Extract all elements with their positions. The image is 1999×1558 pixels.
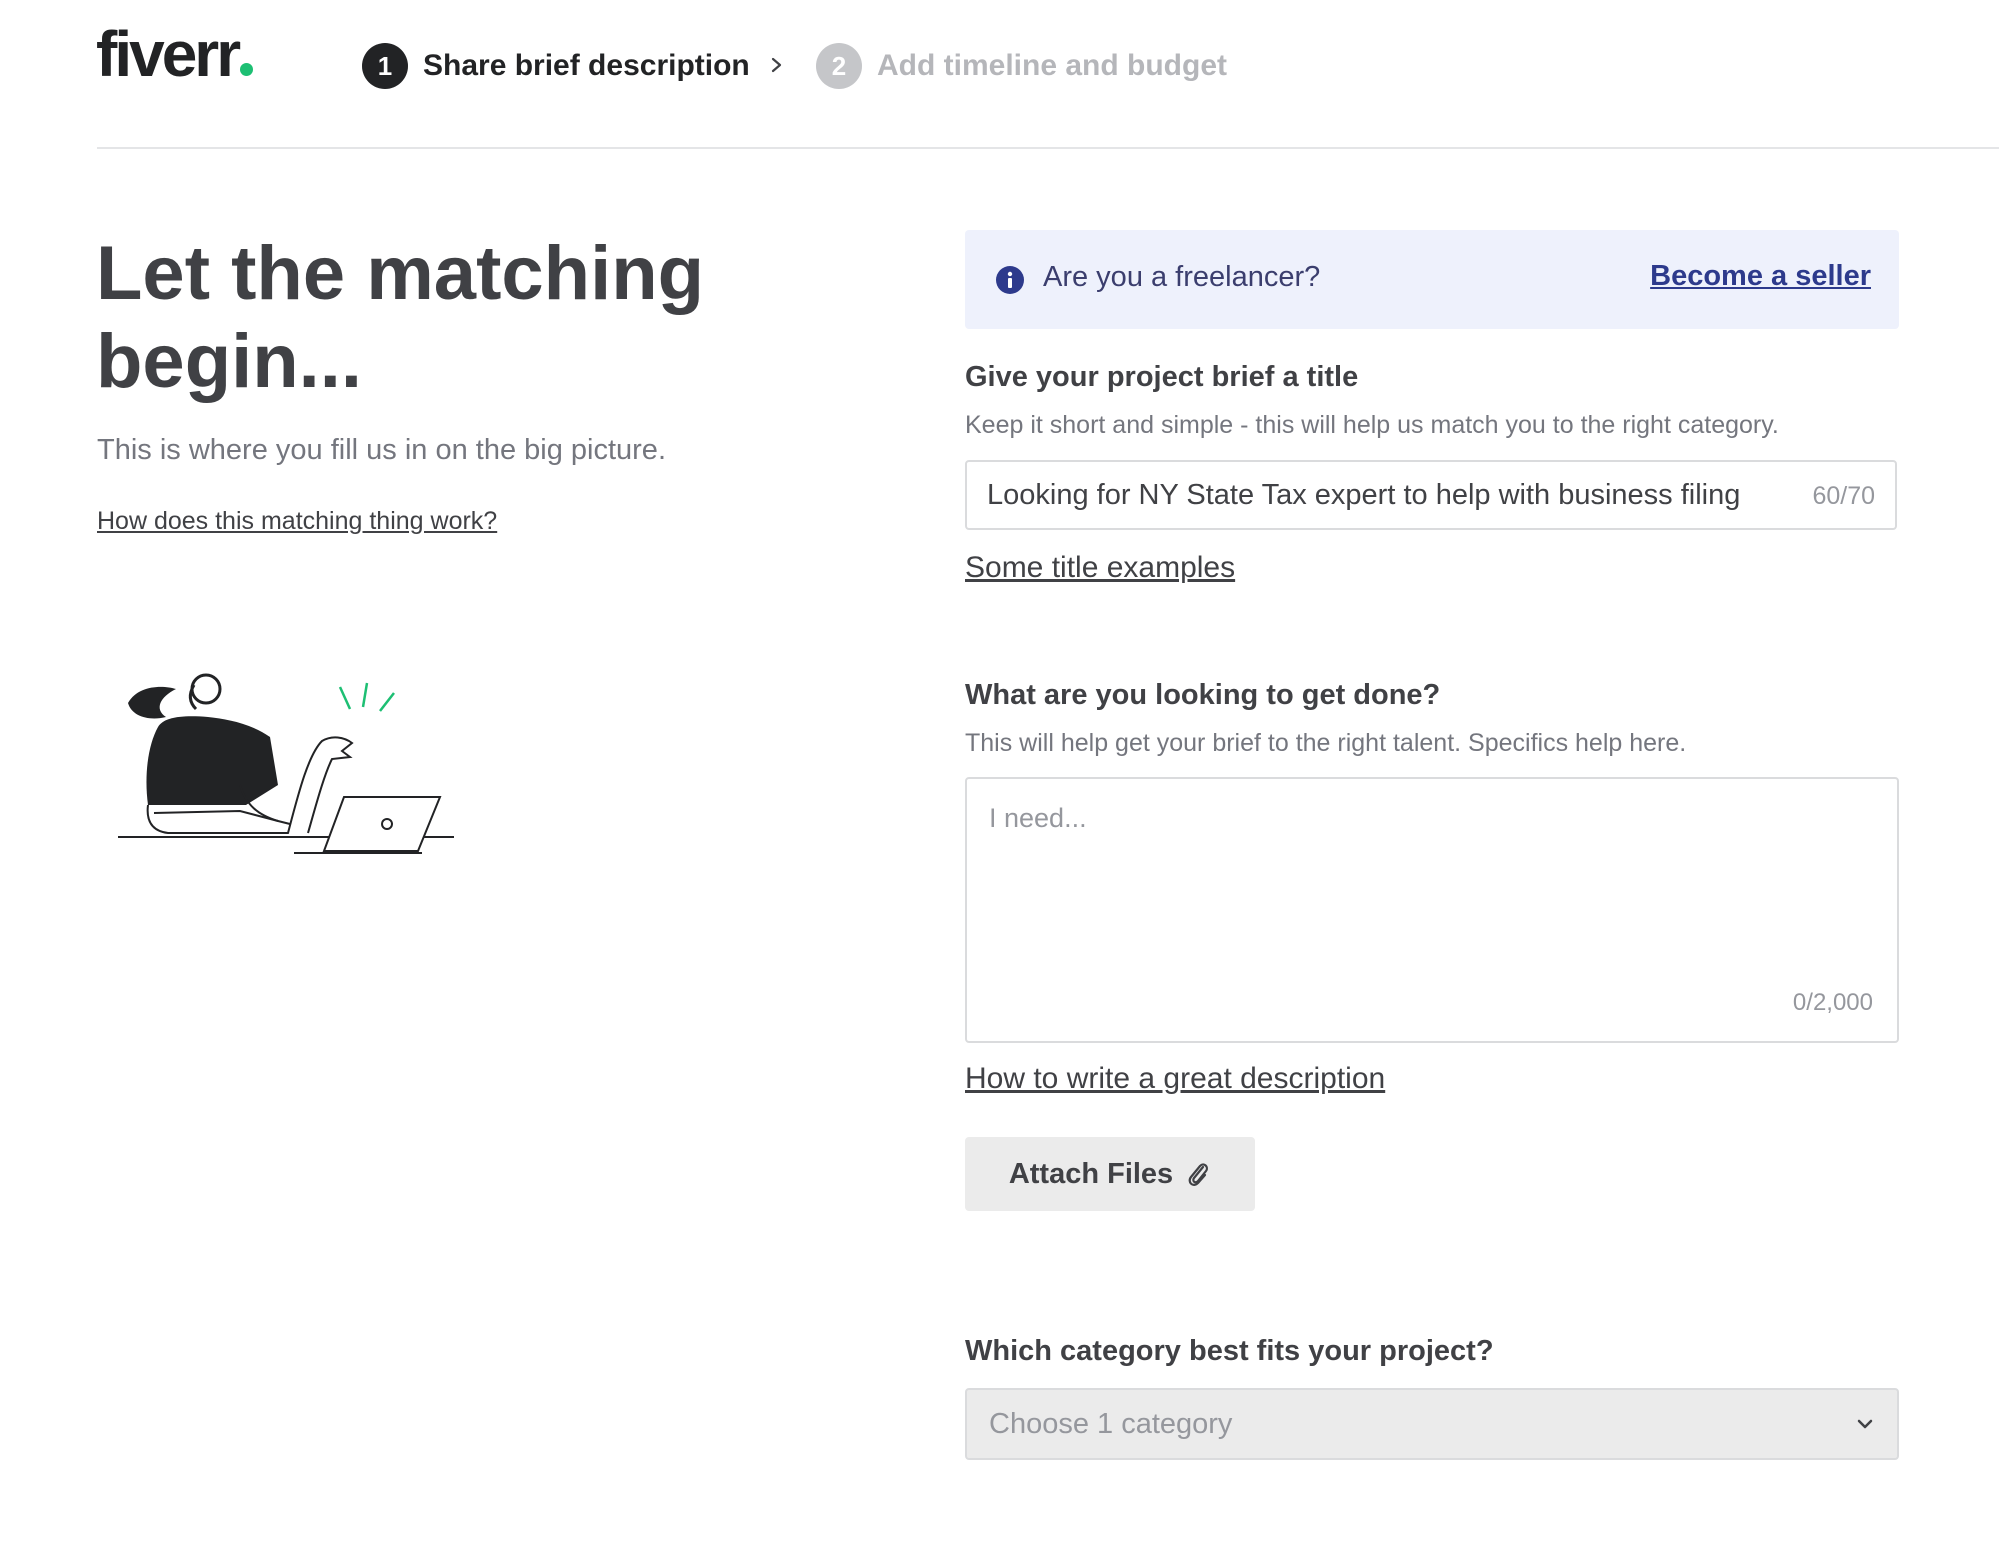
category-select[interactable]: Choose 1 category xyxy=(965,1388,1899,1460)
logo-text: fiverr xyxy=(96,18,241,90)
paperclip-icon xyxy=(1188,1163,1209,1186)
banner-text: Are you a freelancer? xyxy=(1043,261,1321,293)
step-number: 2 xyxy=(816,43,862,89)
how-matching-works-link[interactable]: How does this matching thing work? xyxy=(97,507,497,536)
title-field-helper: Keep it short and simple - this will hel… xyxy=(965,411,1779,439)
title-examples-link[interactable]: Some title examples xyxy=(965,551,1235,585)
step-share-brief[interactable]: 1 Share brief description xyxy=(362,43,750,89)
title-field-label: Give your project brief a title xyxy=(965,361,1359,393)
chevron-down-icon xyxy=(1857,1419,1873,1429)
become-seller-link[interactable]: Become a seller xyxy=(1650,260,1871,293)
attach-files-label: Attach Files xyxy=(1008,1157,1174,1190)
info-icon xyxy=(996,266,1024,294)
step-timeline-budget[interactable]: 2 Add timeline and budget xyxy=(816,43,1227,89)
fiverr-logo[interactable]: fiverr xyxy=(96,22,254,86)
title-char-count: 60/70 xyxy=(1812,482,1875,510)
category-field-label: Which category best fits your project? xyxy=(965,1335,1494,1367)
logo-dot xyxy=(240,63,254,76)
description-field-helper: This will help get your brief to the rig… xyxy=(965,729,1687,757)
write-description-link[interactable]: How to write a great description xyxy=(965,1062,1385,1096)
attach-files-button[interactable]: Attach Files xyxy=(965,1137,1255,1211)
top-header: fiverr 1 Share brief description 2 Add t… xyxy=(0,0,1999,149)
step-label: Share brief description xyxy=(423,49,750,82)
description-char-count: 0/2,000 xyxy=(1792,989,1873,1016)
step-number: 1 xyxy=(362,43,408,89)
woman-at-laptop-illustration xyxy=(118,673,454,854)
project-title-field[interactable]: 60/70 xyxy=(965,460,1897,530)
page-subtitle: This is where you fill us in on the big … xyxy=(97,434,666,466)
page-title: Let the matching begin... xyxy=(96,231,705,404)
project-title-input[interactable] xyxy=(987,462,1797,528)
description-textarea[interactable] xyxy=(989,803,1869,973)
freelancer-banner: Are you a freelancer? Become a seller xyxy=(965,230,1899,329)
description-field-label: What are you looking to get done? xyxy=(965,679,1441,711)
header-divider xyxy=(97,147,1999,149)
description-field[interactable]: 0/2,000 xyxy=(965,777,1899,1043)
step-label: Add timeline and budget xyxy=(877,49,1227,82)
category-select-value: Choose 1 category xyxy=(989,1408,1233,1440)
chevron-right-icon xyxy=(771,57,782,73)
